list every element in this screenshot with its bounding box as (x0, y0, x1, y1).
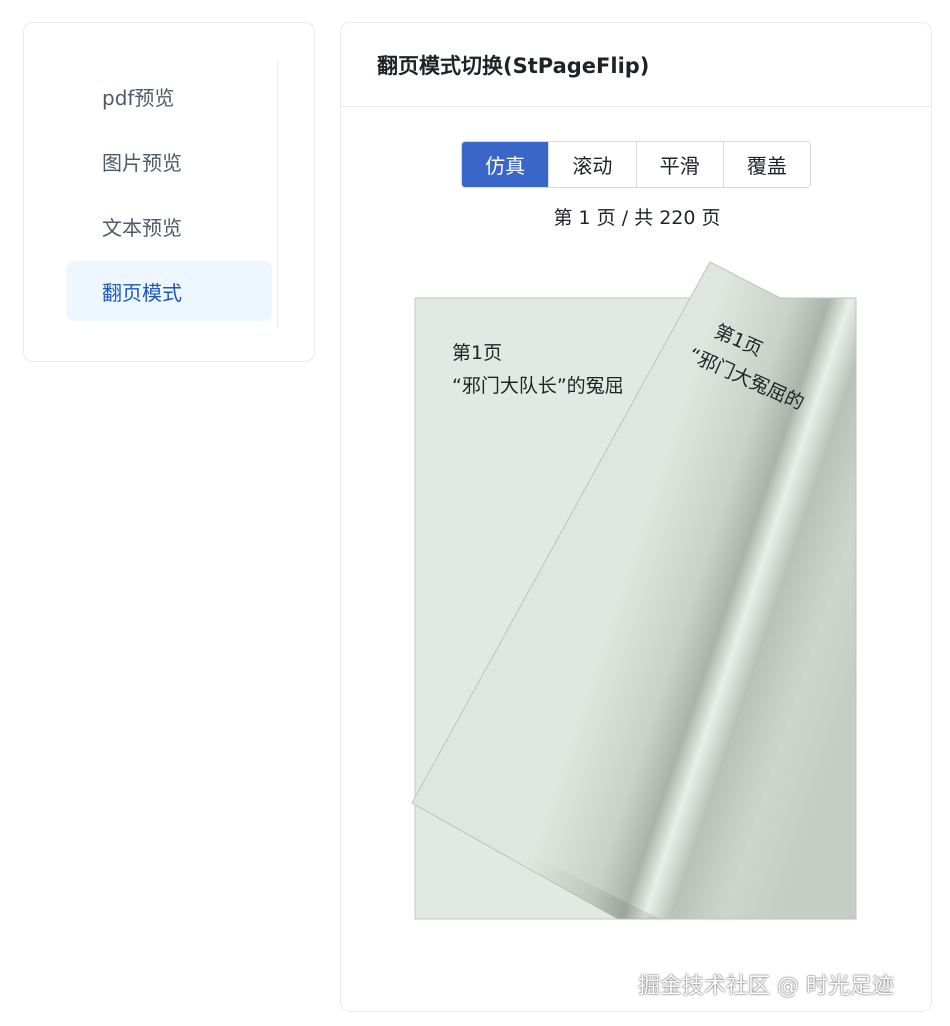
menu-item-image-preview[interactable]: 图片预览 (66, 131, 272, 191)
menu-item-pdf-preview[interactable]: pdf预览 (66, 66, 272, 126)
mode-button-simulation[interactable]: 仿真 (462, 142, 549, 187)
sidebar: pdf预览 图片预览 文本预览 翻页模式 (23, 22, 315, 362)
menu-item-text-preview[interactable]: 文本预览 (66, 196, 272, 256)
menu-item-label: pdf预览 (102, 85, 175, 110)
page-title: 翻页模式切换(StPageFlip) (377, 53, 650, 78)
mode-button-cover[interactable]: 覆盖 (722, 142, 810, 187)
page-indicator: 第 1 页 / 共 220 页 (553, 207, 721, 229)
mode-label: 滚动 (572, 154, 613, 178)
mode-button-smooth[interactable]: 平滑 (635, 142, 723, 187)
mode-label: 平滑 (659, 154, 700, 178)
sidebar-rail (277, 61, 278, 327)
menu-item-label: 文本预览 (102, 215, 182, 240)
menu-item-label: 图片预览 (102, 150, 182, 175)
mode-label: 覆盖 (746, 154, 787, 178)
panel-header: 翻页模式切换(StPageFlip) (341, 23, 931, 107)
watermark: 掘金技术社区 @ 时光足迹 (638, 974, 894, 999)
menu-item-page-flip[interactable]: 翻页模式 (66, 261, 272, 321)
flip-mode-switcher: 仿真 滚动 平滑 覆盖 (461, 141, 811, 188)
mode-button-scroll[interactable]: 滚动 (548, 142, 636, 187)
menu-item-label: 翻页模式 (102, 280, 182, 305)
mode-label: 仿真 (485, 154, 526, 178)
